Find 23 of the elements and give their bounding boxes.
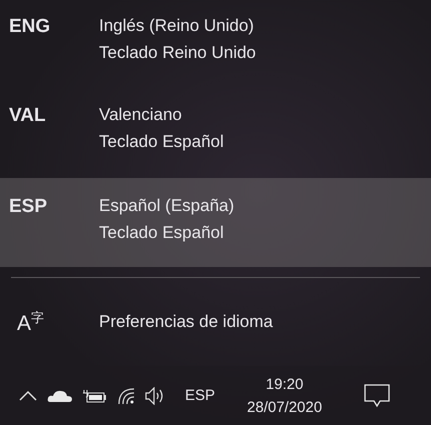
language-item[interactable]: ENG Inglés (Reino Unido) Teclado Reino Unido (0, 0, 431, 89)
input-indicator[interactable]: ESP (185, 387, 216, 404)
chevron-up-icon[interactable] (19, 390, 37, 402)
language-name: Inglés (Reino Unido) (99, 16, 255, 36)
battery-plug-icon[interactable] (83, 388, 107, 402)
language-name: Español (España) (99, 196, 234, 216)
language-code: ENG (8, 16, 52, 38)
language-code: VAL (8, 105, 47, 127)
language-name: Valenciano (99, 105, 183, 125)
language-icon: A$^{字}$ (0, 308, 99, 336)
language-code: ESP (8, 196, 48, 218)
wifi-icon[interactable] (117, 386, 135, 404)
notification-icon[interactable] (364, 384, 390, 408)
keyboard-layout: Teclado Español (99, 132, 224, 152)
language-item[interactable]: VAL Valenciano Teclado Español (0, 89, 431, 178)
cloud-icon[interactable] (47, 388, 73, 402)
language-preferences-link[interactable]: Preferencias de idioma (99, 312, 273, 332)
date-text: 28/07/2020 (247, 398, 322, 416)
time-text: 19:20 (266, 376, 304, 392)
language-item[interactable]: ESP Español (España) Teclado Español (0, 178, 431, 267)
keyboard-layout: Teclado Reino Unido (99, 43, 256, 63)
clock[interactable]: 19:20 28/07/2020 (247, 376, 322, 416)
keyboard-layout: Teclado Español (99, 223, 225, 243)
